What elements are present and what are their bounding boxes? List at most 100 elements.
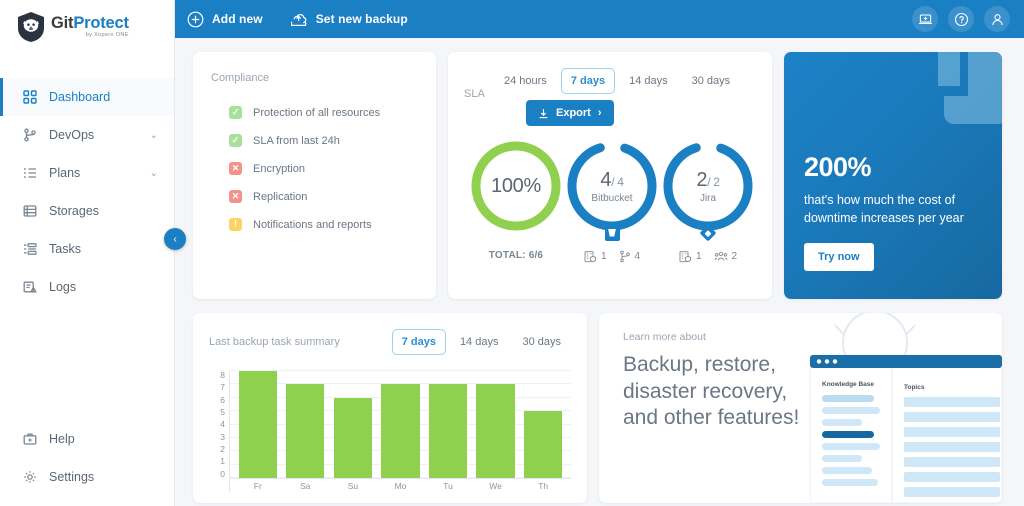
compliance-item-label: Encryption <box>253 162 305 175</box>
dashboard-app: GitProtect by Xopero ONE Dashboard DevOp… <box>0 0 1024 506</box>
status-badge-ok-icon: ✓ <box>229 106 242 119</box>
export-button[interactable]: Export › <box>526 100 614 126</box>
chart-filter-30-days[interactable]: 30 days <box>512 329 571 355</box>
gauge-stats: 1 4 <box>584 250 640 263</box>
laptop-plus-icon[interactable] <box>912 6 938 32</box>
main-area: Add new Set new backup Compliance ✓ Prot… <box>175 0 1024 506</box>
chart-plot-area: Fr Sa Su Mo Tu We Th <box>229 370 571 493</box>
chart-header: Last backup task summary 7 days 14 days … <box>209 329 571 355</box>
download-icon <box>538 108 549 119</box>
chevron-right-icon: › <box>597 107 602 119</box>
chart-bar[interactable] <box>428 384 468 478</box>
chart-x-tick: Tu <box>443 481 453 491</box>
knowledge-base-illustration: Knowledge Base Topics <box>809 313 1002 503</box>
stat-organizations: 1 <box>584 250 607 263</box>
sla-filter-14-days[interactable]: 14 days <box>619 68 678 94</box>
chart-y-tick: 1 <box>220 456 225 467</box>
chart-range-filters: 7 days 14 days 30 days <box>391 329 571 355</box>
app-logo[interactable]: GitProtect by Xopero ONE <box>0 0 174 54</box>
sidebar-item-dashboard[interactable]: Dashboard <box>0 78 174 116</box>
topbar: Add new Set new backup <box>175 0 1024 38</box>
compliance-item-label: Replication <box>253 190 308 203</box>
chart-y-tick: 0 <box>220 468 225 479</box>
promo-description: that's how much the cost of downtime inc… <box>804 192 964 225</box>
sla-filter-7-days[interactable]: 7 days <box>560 68 616 94</box>
jira-icon <box>699 224 717 242</box>
sidebar: GitProtect by Xopero ONE Dashboard DevOp… <box>0 0 186 506</box>
chart-bars <box>230 371 571 478</box>
gauge-ring: 4/ 4 Bitbucket <box>564 138 660 241</box>
gauge-stats: 1 2 <box>679 250 737 263</box>
chart-bar[interactable] <box>286 384 325 478</box>
sla-filter-24-hours[interactable]: 24 hours <box>494 68 557 94</box>
list-item[interactable]: ! Notifications and reports <box>229 218 418 231</box>
grid-icon <box>22 90 37 105</box>
sidebar-item-logs[interactable]: Logs <box>0 268 174 306</box>
list-item[interactable]: ✓ SLA from last 24h <box>229 134 418 147</box>
sla-total-label: TOTAL: 6/6 <box>488 250 544 261</box>
chart-filter-14-days[interactable]: 14 days <box>450 329 509 355</box>
chart-y-tick: 2 <box>220 443 225 454</box>
stat-users: 2 <box>714 250 738 263</box>
backup-summary-card: Last backup task summary 7 days 14 days … <box>193 313 587 503</box>
try-now-button[interactable]: Try now <box>804 243 874 271</box>
branch-icon <box>22 128 37 143</box>
chart-bar[interactable] <box>333 397 373 478</box>
user-account-icon[interactable] <box>984 6 1010 32</box>
sidebar-item-label: Logs <box>49 280 77 294</box>
chart-x-tick: Mo <box>394 481 407 491</box>
chart-y-tick: 4 <box>220 419 225 430</box>
chart-y-tick: 3 <box>220 431 225 442</box>
chart-bar[interactable] <box>238 371 277 478</box>
chart-bar[interactable] <box>381 384 420 478</box>
gear-icon <box>22 470 37 485</box>
chart-bar-column[interactable] <box>476 371 515 478</box>
org-shield-icon <box>679 250 692 263</box>
chevron-down-icon: ⌄ <box>149 167 158 179</box>
sidebar-item-plans[interactable]: Plans ⌄ <box>0 154 174 192</box>
help-kit-icon <box>22 432 37 447</box>
logs-icon <box>22 280 37 295</box>
chart-bar[interactable] <box>476 384 515 478</box>
chart-x-tick: Th <box>538 481 549 491</box>
logo-wordmark: GitProtect by Xopero ONE <box>51 15 129 39</box>
chart-filter-7-days[interactable]: 7 days <box>391 329 446 355</box>
sidebar-item-storages[interactable]: Storages <box>0 192 174 230</box>
compliance-title: Compliance <box>211 72 270 84</box>
sidebar-bottom-nav <box>0 306 174 316</box>
list-item[interactable]: ✓ Protection of all resources <box>229 106 418 119</box>
chart-bar-column[interactable] <box>381 371 420 478</box>
status-badge-ok-icon: ✓ <box>229 134 242 147</box>
stat-value: 2 <box>731 251 738 262</box>
sidebar-collapse-toggle[interactable]: ‹ <box>164 228 186 250</box>
list-item[interactable]: ✕ Encryption <box>229 162 418 175</box>
chart-bar-column[interactable] <box>238 371 277 478</box>
sidebar-item-settings[interactable]: Settings <box>0 458 174 496</box>
chart-bar-column[interactable] <box>428 371 468 478</box>
chart-bar-column[interactable] <box>333 371 373 478</box>
chart-bar-column[interactable] <box>286 371 325 478</box>
svg-text:Topics: Topics <box>904 384 925 391</box>
sidebar-item-help[interactable]: Help <box>0 420 174 458</box>
learn-more-card[interactable]: Learn more about Backup, restore, disast… <box>599 313 1002 503</box>
sidebar-nav: Dashboard DevOps ⌄ Plans ⌄ Storages Task… <box>0 78 174 316</box>
set-new-backup-button[interactable]: Set new backup <box>289 11 408 28</box>
promo-card[interactable]: 200% that's how much the cost of downtim… <box>784 52 1002 299</box>
chart-bar-column[interactable] <box>524 371 563 478</box>
stat-organizations: 1 <box>679 250 702 263</box>
sidebar-item-label: Dashboard <box>49 90 111 104</box>
chart-y-tick: 5 <box>220 406 225 417</box>
list-item[interactable]: ✕ Replication <box>229 190 418 203</box>
compliance-card: Compliance ✓ Protection of all resources… <box>193 52 436 299</box>
sla-header: SLA 24 hours 7 days 14 days 30 days Expo… <box>464 68 756 126</box>
dashboard-row-bottom: Last backup task summary 7 days 14 days … <box>193 313 1002 503</box>
export-label: Export <box>556 107 591 119</box>
sidebar-item-label: Plans <box>49 166 81 180</box>
sidebar-item-devops[interactable]: DevOps ⌄ <box>0 116 174 154</box>
help-circle-icon[interactable] <box>948 6 974 32</box>
sla-filter-30-days[interactable]: 30 days <box>682 68 741 94</box>
chart-bar[interactable] <box>524 411 563 478</box>
sidebar-item-tasks[interactable]: Tasks <box>0 230 174 268</box>
chart-x-tick: Su <box>347 481 359 491</box>
add-new-button[interactable]: Add new <box>187 11 263 28</box>
